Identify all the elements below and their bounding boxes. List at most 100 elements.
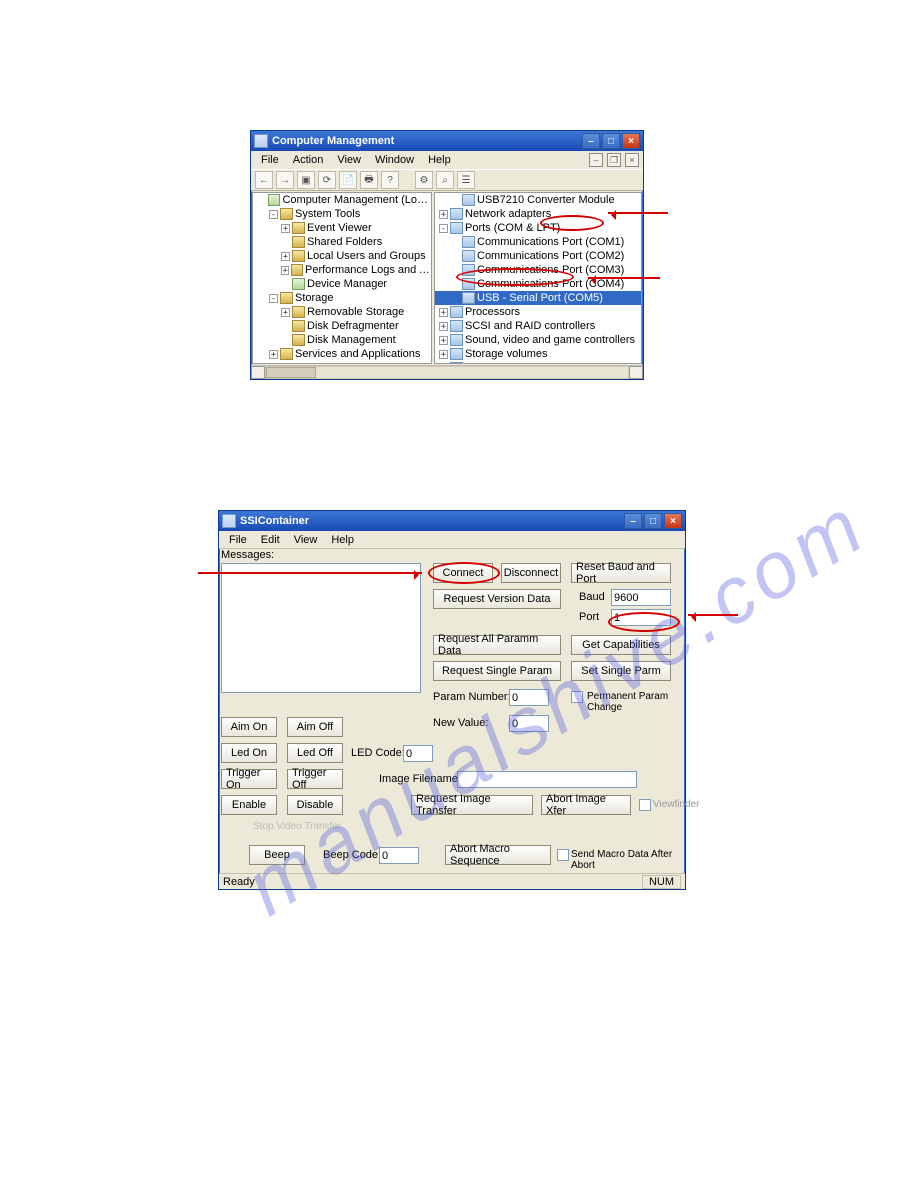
device-icon[interactable]: ⚙ [415,171,433,189]
aim-off-button[interactable]: Aim Off [287,717,343,737]
scrollbar[interactable] [251,365,643,379]
image-filename-input[interactable] [457,771,637,788]
led-code-input[interactable]: 0 [403,745,433,762]
request-version-button[interactable]: Request Version Data [433,589,561,609]
expand-icon[interactable]: + [281,252,290,261]
enable-button[interactable]: Enable [221,795,277,815]
right-tree[interactable]: USB7210 Converter Module+Network adapter… [434,192,642,364]
beep-button[interactable]: Beep [249,845,305,865]
led-on-button[interactable]: Led On [221,743,277,763]
new-value-input[interactable]: 0 [509,715,549,732]
send-macro-checkbox[interactable] [557,849,569,861]
expand-icon[interactable]: + [439,322,448,331]
tree-node[interactable]: +SCSI and RAID controllers [435,319,641,333]
reset-button[interactable]: Reset Baud and Port [571,563,671,583]
menu-window[interactable]: Window [369,153,420,167]
expand-icon[interactable]: - [269,210,278,219]
expand-icon[interactable]: + [269,350,278,359]
expand-icon[interactable]: + [439,210,448,219]
tree-node[interactable]: +System devices [435,361,641,364]
scroll-right-icon[interactable] [629,366,643,379]
baud-input[interactable]: 9600 [611,589,671,606]
menu-view[interactable]: View [288,533,324,547]
get-caps-button[interactable]: Get Capabilities [571,635,671,655]
menu-action[interactable]: Action [287,153,330,167]
tree-node[interactable]: Communications Port (COM2) [435,249,641,263]
tree-node[interactable]: -Storage [253,291,431,305]
maximize-button[interactable]: □ [602,133,620,149]
tree-node[interactable]: +Local Users and Groups [253,249,431,263]
port-input[interactable]: 1 [611,609,671,626]
tree-node[interactable]: +Storage volumes [435,347,641,361]
close-button[interactable]: × [622,133,640,149]
tree-node[interactable]: +Removable Storage [253,305,431,319]
tree-node[interactable]: -Ports (COM & LPT) [435,221,641,235]
mdi-close-icon[interactable]: × [625,153,639,167]
expand-icon[interactable]: + [281,308,290,317]
tree-node[interactable]: Disk Defragmenter [253,319,431,333]
menu-file[interactable]: File [223,533,253,547]
up-icon[interactable]: ▣ [297,171,315,189]
tree-node[interactable]: USB7210 Converter Module [435,193,641,207]
tree-node[interactable]: +Sound, video and game controllers [435,333,641,347]
tree-node[interactable]: +Services and Applications [253,347,431,361]
aim-on-button[interactable]: Aim On [221,717,277,737]
menu-edit[interactable]: Edit [255,533,286,547]
expand-icon[interactable]: + [281,224,290,233]
expand-icon[interactable]: + [439,336,448,345]
properties-icon[interactable]: 📄 [339,171,357,189]
trigger-off-button[interactable]: Trigger Off [287,769,343,789]
tree-node[interactable]: +Performance Logs and Alerts [253,263,431,277]
param-number-input[interactable]: 0 [509,689,549,706]
tree-node[interactable]: Computer Management (Local) [253,193,431,207]
minimize-button[interactable]: – [624,513,642,529]
tree-node[interactable]: Communications Port (COM4) [435,277,641,291]
expand-icon[interactable]: + [439,364,448,365]
menu-help[interactable]: Help [422,153,457,167]
minimize-button[interactable]: – [582,133,600,149]
request-image-button[interactable]: Request Image Transfer [411,795,533,815]
mdi-minimize-icon[interactable]: – [589,153,603,167]
request-all-button[interactable]: Request All Paramm Data [433,635,561,655]
expand-icon[interactable]: + [439,350,448,359]
disconnect-button[interactable]: Disconnect [501,563,561,583]
left-tree[interactable]: Computer Management (Local)-System Tools… [252,192,432,364]
maximize-button[interactable]: □ [644,513,662,529]
mdi-restore-icon[interactable]: ❐ [607,153,621,167]
tree-node[interactable]: -System Tools [253,207,431,221]
viewfinder-checkbox[interactable] [639,799,651,811]
tree-node[interactable]: USB - Serial Port (COM5) [435,291,641,305]
expand-icon[interactable]: - [269,294,278,303]
set-single-button[interactable]: Set Single Parm [571,661,671,681]
menu-file[interactable]: File [255,153,285,167]
menu-help[interactable]: Help [325,533,360,547]
tree-node[interactable]: Device Manager [253,277,431,291]
tree-node[interactable]: Communications Port (COM3) [435,263,641,277]
expand-icon[interactable]: - [439,224,448,233]
connect-button[interactable]: Connect [433,563,493,583]
led-off-button[interactable]: Led Off [287,743,343,763]
disable-button[interactable]: Disable [287,795,343,815]
permanent-checkbox[interactable] [571,691,583,703]
back-icon[interactable]: ← [255,171,273,189]
messages-textarea[interactable] [221,563,421,693]
refresh-icon[interactable]: ⟳ [318,171,336,189]
tree-node[interactable]: +Processors [435,305,641,319]
menu-view[interactable]: View [331,153,367,167]
close-button[interactable]: × [664,513,682,529]
expand-icon[interactable]: + [281,266,289,275]
abort-macro-button[interactable]: Abort Macro Sequence [445,845,551,865]
scroll-left-icon[interactable] [251,366,265,379]
beep-code-input[interactable]: 0 [379,847,419,864]
forward-icon[interactable]: → [276,171,294,189]
tree-node[interactable]: Communications Port (COM1) [435,235,641,249]
help-icon[interactable]: ? [381,171,399,189]
scan-icon[interactable]: ⌕ [436,171,454,189]
show-hidden-icon[interactable]: ☰ [457,171,475,189]
tree-node[interactable]: +Event Viewer [253,221,431,235]
request-single-button[interactable]: Request Single Param [433,661,561,681]
tree-node[interactable]: Shared Folders [253,235,431,249]
abort-image-button[interactable]: Abort Image Xfer [541,795,631,815]
print-icon[interactable]: 🖶 [360,171,378,189]
tree-node[interactable]: Disk Management [253,333,431,347]
